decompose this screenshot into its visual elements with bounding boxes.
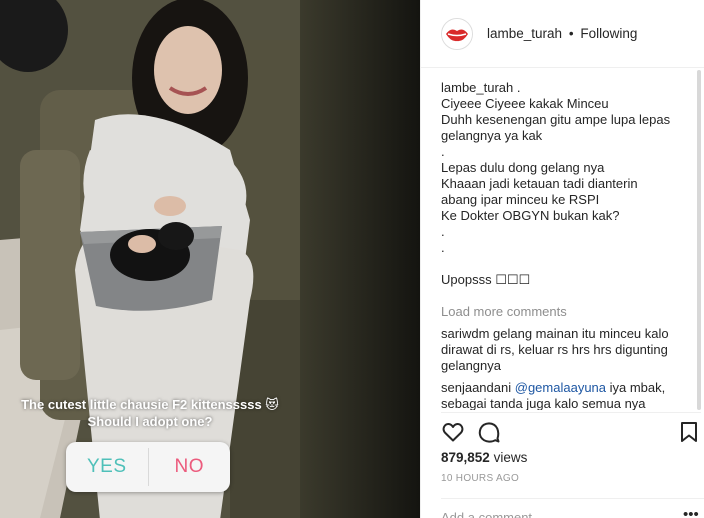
divider (441, 412, 701, 413)
view-count-number: 879,852 (441, 450, 490, 465)
media-side-gradient (300, 0, 420, 518)
bookmark-icon[interactable] (677, 420, 701, 444)
avatar[interactable] (441, 17, 473, 50)
post-header: lambe_turah • Following (421, 0, 704, 68)
caption-line: Ciyeee Ciyeee kakak Minceu (441, 96, 609, 111)
caption-line: . (441, 240, 445, 255)
comment-mention[interactable]: @gemalaayuna (515, 380, 606, 395)
load-more-comments-button[interactable]: Load more comments (441, 304, 671, 320)
add-comment-input[interactable] (441, 507, 671, 518)
comment-item: senjaandani @gemalaayuna iya mbak, sebag… (441, 380, 671, 410)
caption-line: Duhh kesenengan gitu ampe lupa lepas gel… (441, 112, 671, 143)
post-info-panel: lambe_turah • Following lambe_turah . Ci… (420, 0, 704, 518)
more-options-icon[interactable]: ••• (683, 506, 699, 518)
heart-icon[interactable] (441, 420, 465, 444)
divider (441, 498, 704, 499)
story-video-frame[interactable]: The cutest little chausie F2 kittensssss… (0, 0, 300, 518)
story-scene-image (0, 0, 300, 518)
scrollbar-thumb[interactable] (697, 70, 701, 410)
view-count-label: views (489, 450, 528, 465)
comments-scrollbar[interactable] (696, 70, 702, 412)
post-media[interactable]: The cutest little chausie F2 kittensssss… (0, 0, 420, 518)
post-username[interactable]: lambe_turah (487, 26, 562, 41)
comment-username[interactable]: sariwdm (441, 326, 489, 341)
caption-username[interactable]: lambe_turah . (441, 80, 671, 96)
following-button[interactable]: Following (580, 26, 637, 41)
comment-username[interactable]: senjaandani (441, 380, 511, 395)
header-separator: • (568, 26, 574, 41)
caption-line: Khaaan jadi ketauan tadi dianterin abang… (441, 176, 638, 207)
poll-yes-option[interactable]: YES (66, 442, 148, 492)
comment-item: sariwdm gelang mainan itu minceu kalo di… (441, 326, 671, 374)
view-count[interactable]: 879,852 views (441, 450, 527, 465)
media-side-shadow (300, 0, 420, 518)
poll-no-option[interactable]: NO (149, 442, 231, 492)
header-text: lambe_turah • Following (487, 26, 637, 41)
post-timestamp[interactable]: 10 HOURS AGO (441, 473, 519, 484)
caption-line: . (441, 144, 445, 159)
poll-sticker: YES NO (66, 442, 230, 492)
comments-list[interactable]: lambe_turah . Ciyeee Ciyeee kakak Minceu… (441, 80, 671, 410)
comment-icon[interactable] (477, 420, 501, 444)
caption-line: Ke Dokter OBGYN bukan kak? (441, 208, 620, 223)
lips-logo-icon (442, 18, 472, 49)
caption-line: . (441, 224, 445, 239)
story-caption: The cutest little chausie F2 kittensssss… (10, 396, 290, 430)
story-caption-line1: The cutest little chausie F2 kittensssss… (21, 397, 279, 412)
caption-line: Lepas dulu dong gelang nya (441, 160, 605, 175)
post-actions (441, 420, 701, 444)
story-caption-line2: Should I adopt one? (87, 414, 213, 429)
caption-line: Upopsss ☐☐☐ (441, 272, 531, 287)
